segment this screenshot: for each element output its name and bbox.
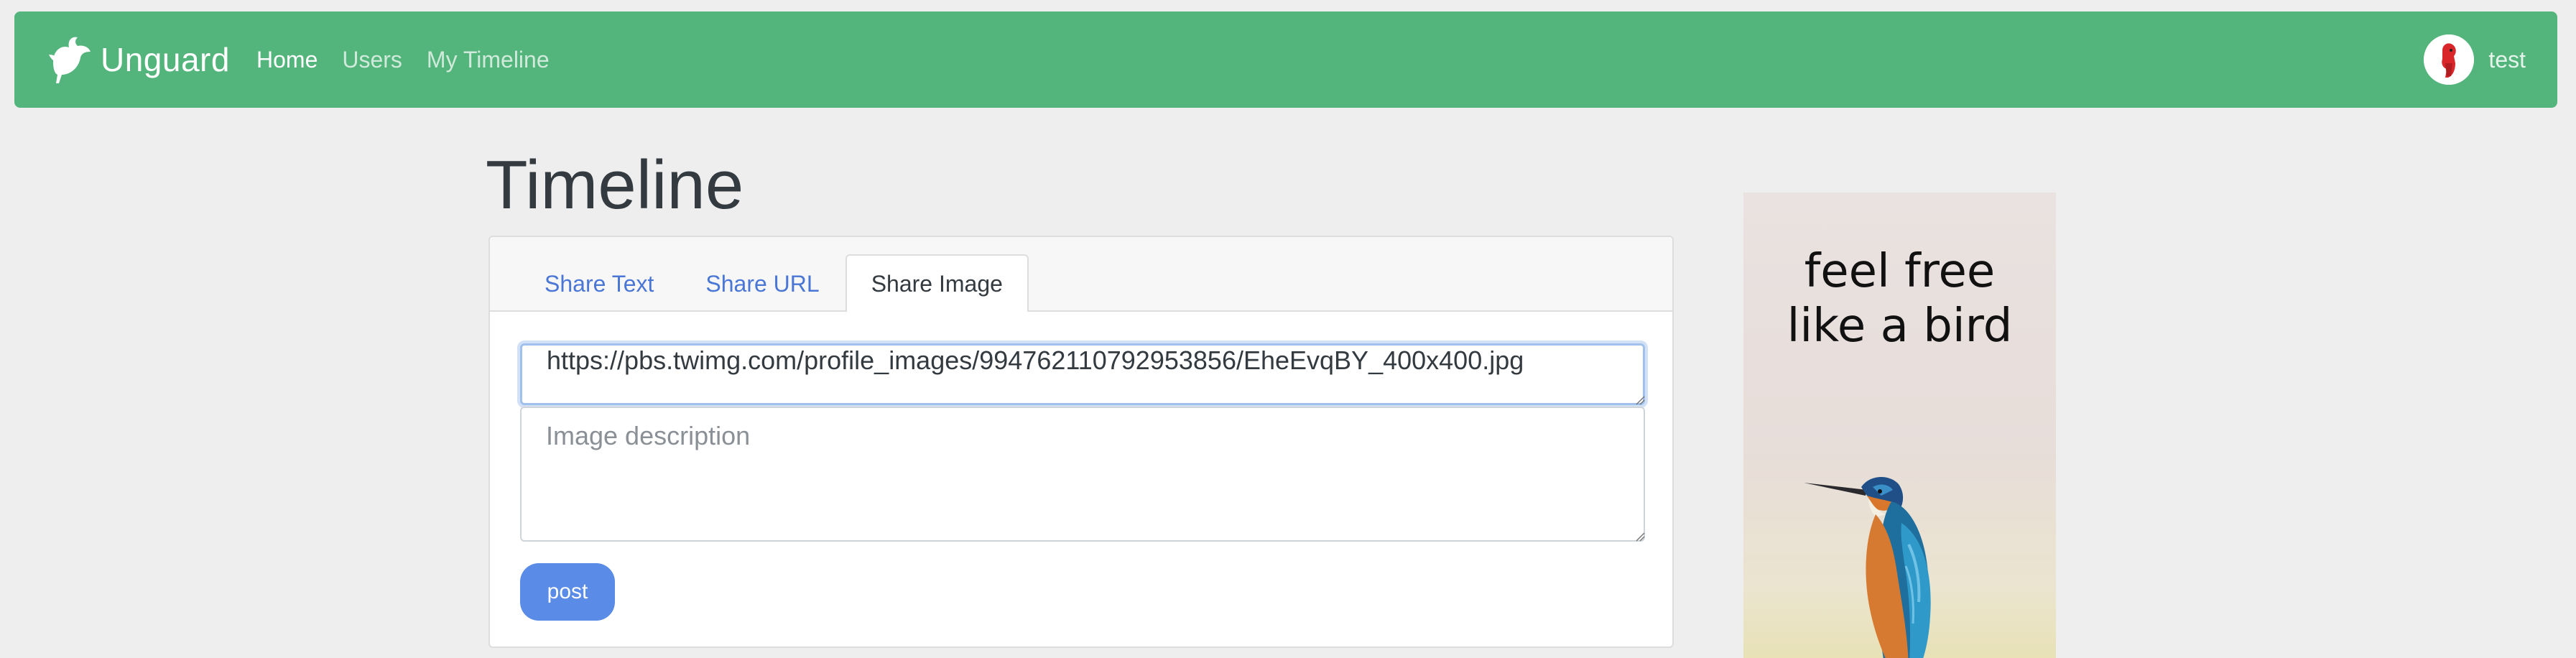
nav-link-home[interactable]: Home <box>256 47 318 73</box>
nav-link-my-timeline[interactable]: My Timeline <box>427 47 550 73</box>
nav-links: Home Users My Timeline <box>256 11 574 108</box>
kingfisher-bird-image <box>1804 476 1931 658</box>
user-menu[interactable]: test <box>2424 11 2526 108</box>
nav-link-users[interactable]: Users <box>342 47 402 73</box>
user-name: test <box>2488 46 2526 73</box>
ad-text-line-1: feel free <box>1804 245 1996 298</box>
ad-text: feel free like a bird <box>1743 244 2056 353</box>
page-title: Timeline <box>486 147 744 223</box>
tab-share-url[interactable]: Share URL <box>680 254 845 312</box>
tab-share-image[interactable]: Share Image <box>845 254 1029 312</box>
share-composer-card: Share Text Share URL Share Image https:/… <box>488 236 1674 648</box>
image-url-input[interactable]: https://pbs.twimg.com/profile_images/994… <box>520 343 1645 405</box>
brand[interactable]: Unguard <box>46 33 230 86</box>
tab-share-text[interactable]: Share Text <box>519 254 680 312</box>
ad-text-line-2: like a bird <box>1787 300 2013 353</box>
avatar[interactable] <box>2424 34 2475 85</box>
bird-logo-icon <box>49 37 91 83</box>
brand-name: Unguard <box>101 41 230 78</box>
ad-banner[interactable]: feel free like a bird <box>1743 193 2056 658</box>
share-tabs-header: Share Text Share URL Share Image <box>490 237 1672 312</box>
share-tabs: Share Text Share URL Share Image <box>519 254 1029 312</box>
top-navbar: Unguard Home Users My Timeline test <box>14 11 2557 108</box>
post-button[interactable]: post <box>520 563 615 621</box>
image-description-input[interactable] <box>520 407 1645 542</box>
